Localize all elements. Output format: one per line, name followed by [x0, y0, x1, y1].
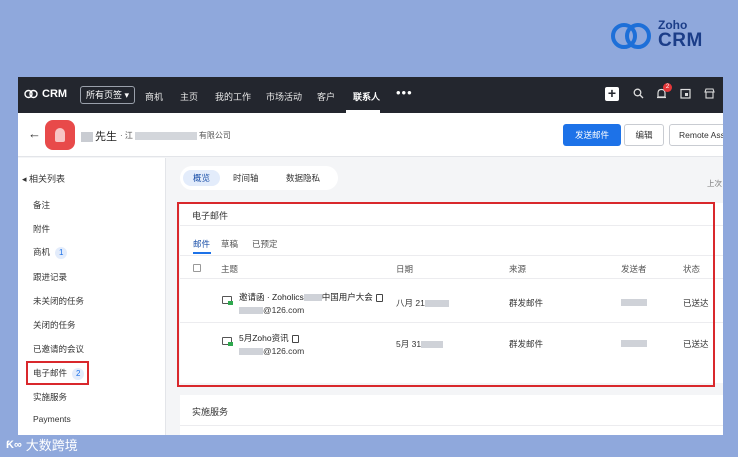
sidebar-item-followups[interactable]: 跟进记录: [33, 271, 67, 283]
nav-deals[interactable]: 商机: [145, 90, 163, 103]
watermark: Ƙ∞ 大数跨境: [6, 435, 78, 454]
calendar-icon[interactable]: [679, 88, 691, 100]
more-menu-button[interactable]: •••: [396, 85, 413, 100]
brand-line2: CRM: [658, 30, 703, 51]
crm-logo-text: CRM: [42, 88, 68, 100]
edit-button[interactable]: 编辑: [624, 124, 664, 146]
last-viewed-text: 上次: [707, 179, 722, 188]
record-tabs: 概览 时间轴 数据隐私: [180, 166, 338, 190]
tab-data-privacy[interactable]: 数据隐私: [286, 170, 320, 186]
search-icon[interactable]: [632, 88, 644, 100]
crm-home-link[interactable]: CRM: [24, 88, 67, 100]
related-list-title[interactable]: ◂ 相关列表: [22, 172, 65, 185]
nav-home[interactable]: 主页: [180, 90, 198, 103]
sidebar-item-services[interactable]: 实施服务: [33, 391, 67, 403]
sidebar-item-deals[interactable]: 商机 1: [33, 246, 68, 259]
back-arrow-icon[interactable]: ←: [28, 126, 41, 141]
sidebar-item-attachments[interactable]: 附件: [33, 223, 50, 235]
sidebar-item-notes[interactable]: 备注: [33, 199, 50, 211]
send-email-button[interactable]: 发送邮件: [563, 124, 621, 146]
tab-timeline[interactable]: 时间轴: [233, 170, 259, 186]
nav-accounts[interactable]: 客户: [317, 90, 335, 103]
sidebar-item-open-tasks[interactable]: 未关闭的任务: [33, 295, 84, 307]
contact-company: · 江有限公司: [120, 131, 231, 140]
record-header: ← 先生 · 江有限公司 发送邮件 编辑 Remote Assist: [18, 113, 723, 157]
all-pages-dropdown[interactable]: 所有页签 ▾: [80, 86, 136, 104]
divider: [180, 425, 723, 426]
sidebar-item-closed-tasks[interactable]: 关闭的任务: [33, 319, 76, 331]
emails-highlight-box: [26, 361, 89, 385]
nav-my-work[interactable]: 我的工作: [215, 90, 251, 103]
count-badge: 1: [55, 247, 68, 259]
zoho-crm-logo: Zoho CRM: [610, 18, 720, 54]
zoho-logo-icon: [611, 23, 651, 49]
watermark-logo: Ƙ∞: [6, 438, 22, 451]
marketplace-icon[interactable]: [703, 88, 715, 100]
contact-name: 先生: [81, 128, 117, 144]
tab-overview[interactable]: 概览: [183, 170, 220, 186]
related-list-sidebar: ◂ 相关列表 备注 附件 商机 1 跟进记录 未关闭的任务 关闭的任务 已邀请的会…: [18, 158, 166, 435]
services-card-title: 实施服务: [192, 407, 229, 417]
nav-campaigns[interactable]: 市场活动: [266, 90, 302, 103]
remote-assist-button[interactable]: Remote Assist: [669, 124, 723, 146]
sidebar-item-invited-meetings[interactable]: 已邀请的会议: [33, 343, 84, 355]
create-new-button[interactable]: +: [605, 86, 619, 101]
services-card: 实施服务: [180, 395, 723, 435]
top-navigation: CRM 所有页签 ▾ 商机 主页 我的工作 市场活动 客户 联系人 ••• + …: [18, 77, 723, 113]
sidebar-item-payments[interactable]: Payments: [33, 414, 71, 424]
contact-avatar: [45, 120, 75, 150]
notification-badge: 2: [663, 83, 672, 92]
email-section-highlight-box: [177, 202, 715, 387]
crm-logo-icon: [24, 89, 38, 99]
nav-contacts[interactable]: 联系人: [353, 90, 380, 103]
watermark-text: 大数跨境: [25, 438, 78, 453]
